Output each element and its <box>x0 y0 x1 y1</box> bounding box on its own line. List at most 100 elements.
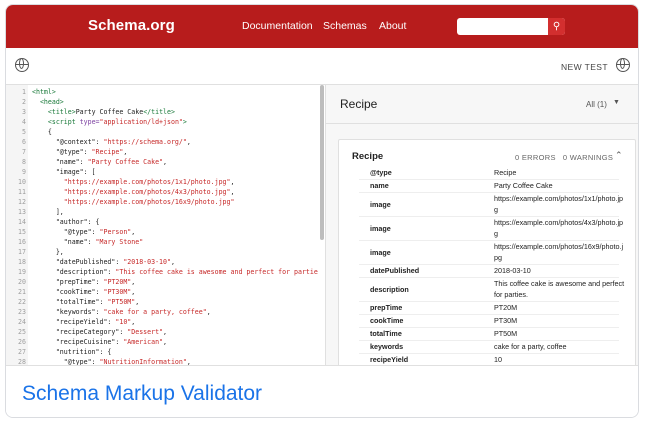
code-token: "prepTime": <box>32 278 104 286</box>
property-row: cookTime PT30M <box>359 314 619 328</box>
caret-down-icon[interactable]: ▼ <box>613 99 620 106</box>
code-token: "datePublished": <box>32 258 124 266</box>
code-token: Party Coffee Cake <box>75 108 144 116</box>
line-number: 23 <box>18 308 26 316</box>
line-number: 22 <box>18 298 26 306</box>
property-row: keywords cake for a party, coffee <box>359 340 619 354</box>
line-number: 9 <box>22 168 26 176</box>
property-value: https://example.com/photos/1x1/photo.jp … <box>494 194 624 214</box>
property-value: https://example.com/photos/4x3/photo.jp … <box>494 218 624 238</box>
property-value: PT50M <box>494 329 518 338</box>
code-text: <title>Party Coffee Cake</title> <box>32 108 175 117</box>
property-value: cake for a party, coffee <box>494 342 567 351</box>
code-token: <title> <box>47 108 76 116</box>
code-token: "name": <box>32 238 96 246</box>
code-text: "recipeCuisine": "American", <box>32 338 167 347</box>
property-key: @type <box>370 168 392 177</box>
code-token: "@type": <box>32 148 92 156</box>
collapse-chevron-icon[interactable]: ⌃ <box>615 150 623 161</box>
line-number: 25 <box>18 328 26 336</box>
globe-icon[interactable] <box>15 58 29 72</box>
property-value: 2018-03-10 <box>494 266 531 275</box>
error-count: 0 ERRORS <box>515 153 556 162</box>
code-text: }, <box>32 248 64 257</box>
property-key: totalTime <box>370 329 402 338</box>
code-token: "description": <box>32 268 116 276</box>
line-number: 4 <box>22 118 26 126</box>
code-token: "This coffee cake is awesome and perfect… <box>115 268 318 276</box>
code-token: , <box>186 138 191 146</box>
code-token: "Mary Stone" <box>95 238 144 246</box>
code-token: "Person" <box>99 228 132 236</box>
site-logo[interactable]: Schema.org <box>88 17 175 34</box>
line-number: 10 <box>18 178 26 186</box>
search-icon: ⚲ <box>552 21 561 32</box>
line-number: 11 <box>18 188 26 196</box>
property-row: image https://example.com/photos/1x1/phot… <box>359 192 623 217</box>
property-value: This coffee cake is awesome and perfect … <box>494 279 625 299</box>
line-number: 13 <box>18 208 26 216</box>
code-token: "PT50M" <box>107 298 136 306</box>
site-header: Schema.org Documentation Schemas About ⚲ <box>6 5 638 48</box>
line-number: 16 <box>18 238 26 246</box>
language-globe-icon[interactable] <box>616 58 630 72</box>
code-scrollbar[interactable] <box>320 85 324 240</box>
code-token: "recipeCategory": <box>32 328 128 336</box>
line-number: 2 <box>22 98 26 106</box>
property-value: https://example.com/photos/16x9/photo.j … <box>494 242 624 262</box>
code-token: "PT20M" <box>103 278 132 286</box>
code-editor[interactable]: 1 <html> 2 <head> 3 <title>Party Coffee Cak… <box>6 85 325 385</box>
property-key: name <box>370 181 389 190</box>
nav-about[interactable]: About <box>379 20 406 32</box>
code-text: "recipeYield": "10", <box>32 318 135 327</box>
property-key: keywords <box>370 342 404 351</box>
line-number: 1 <box>22 88 26 96</box>
code-token: , <box>123 148 128 156</box>
code-token: , <box>131 278 136 286</box>
code-text: "datePublished": "2018-03-10", <box>32 258 175 267</box>
recipe-card-title[interactable]: Recipe <box>352 151 383 162</box>
code-token: "cake for a party, coffee" <box>103 308 207 316</box>
new-test-button[interactable]: NEW TEST <box>561 62 608 72</box>
property-row: prepTime PT20M <box>359 301 619 315</box>
code-token: "https://example.com/photos/1x1/photo.jp… <box>63 178 231 186</box>
code-token: "recipeYield": <box>32 318 116 326</box>
code-token: , <box>230 178 235 186</box>
code-token: "PT30M" <box>103 288 132 296</box>
code-text: { <box>32 128 52 137</box>
code-text: "keywords": "cake for a party, coffee", <box>32 308 211 317</box>
property-row: image https://example.com/photos/4x3/phot… <box>359 216 623 241</box>
code-token: "https://schema.org/" <box>103 138 187 146</box>
code-text: <html> <box>32 88 56 97</box>
validator-toolbar: NEW TEST <box>6 48 638 85</box>
nav-schemas[interactable]: Schemas <box>323 20 367 32</box>
code-text: "name": "Mary Stone" <box>32 238 143 247</box>
line-number: 7 <box>22 148 26 156</box>
property-value: 10 <box>494 355 502 364</box>
code-token: > <box>182 118 187 126</box>
results-header-divider <box>326 123 638 124</box>
code-token: "American" <box>123 338 164 346</box>
code-token: "@type": <box>32 228 100 236</box>
property-row: image https://example.com/photos/16x9/pho… <box>359 240 623 265</box>
code-text: "description": "This coffee cake is awes… <box>32 268 318 277</box>
code-token: ], <box>32 208 64 216</box>
results-filter-dropdown[interactable]: All (1) <box>586 100 607 109</box>
code-token: , <box>230 188 235 196</box>
code-text: <head> <box>32 98 64 107</box>
recipe-card: Recipe 0 ERRORS 0 WARNINGS ⌃ @type Recipe… <box>338 139 636 385</box>
code-text: "https://example.com/photos/4x3/photo.jp… <box>32 188 235 197</box>
line-number: 15 <box>18 228 26 236</box>
line-number: 6 <box>22 138 26 146</box>
search-button[interactable]: ⚲ <box>548 18 565 35</box>
code-text: "recipeCategory": "Dessert", <box>32 328 167 337</box>
property-value: PT20M <box>494 303 518 312</box>
page-title[interactable]: Schema Markup Validator <box>22 382 262 406</box>
code-token: , <box>163 158 167 166</box>
code-token: "https://example.com/photos/16x9/photo.j… <box>63 198 235 206</box>
nav-documentation[interactable]: Documentation <box>242 20 313 32</box>
screenshot-frame: Schema.org Documentation Schemas About ⚲… <box>5 4 639 418</box>
